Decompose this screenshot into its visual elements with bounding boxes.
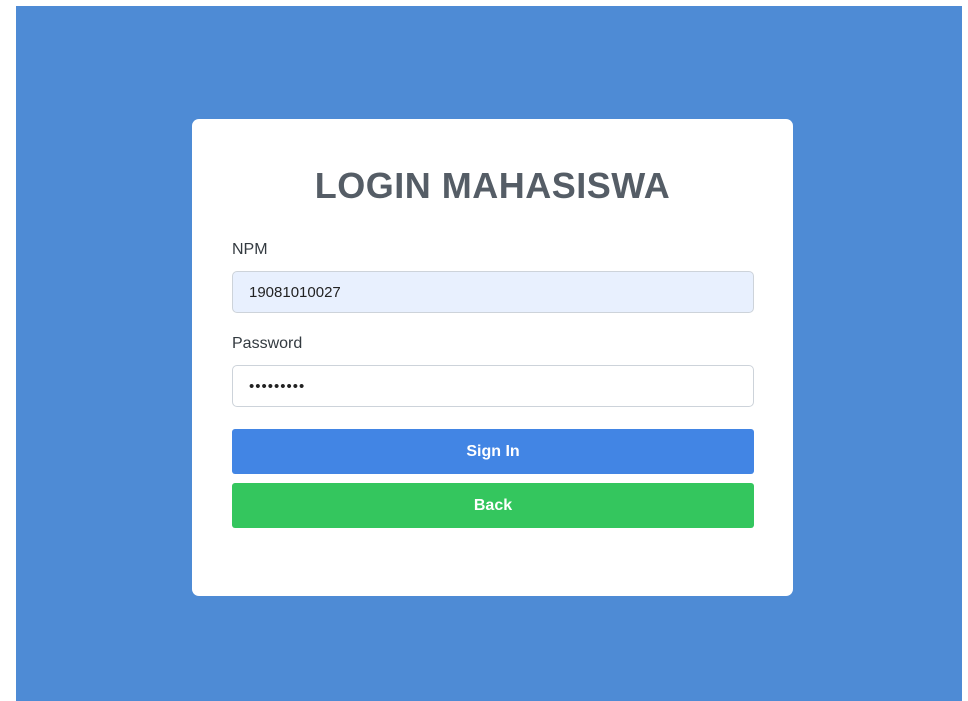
password-input[interactable] [232, 365, 754, 407]
page-title: LOGIN MAHASISWA [314, 165, 671, 206]
npm-input[interactable] [232, 271, 754, 313]
back-button[interactable]: Back [232, 483, 754, 528]
sign-in-button[interactable]: Sign In [232, 429, 754, 474]
password-label: Password [232, 335, 303, 352]
login-card: LOGIN MAHASISWA NPM Password Sign In Bac… [192, 119, 793, 596]
npm-label: NPM [232, 241, 268, 258]
